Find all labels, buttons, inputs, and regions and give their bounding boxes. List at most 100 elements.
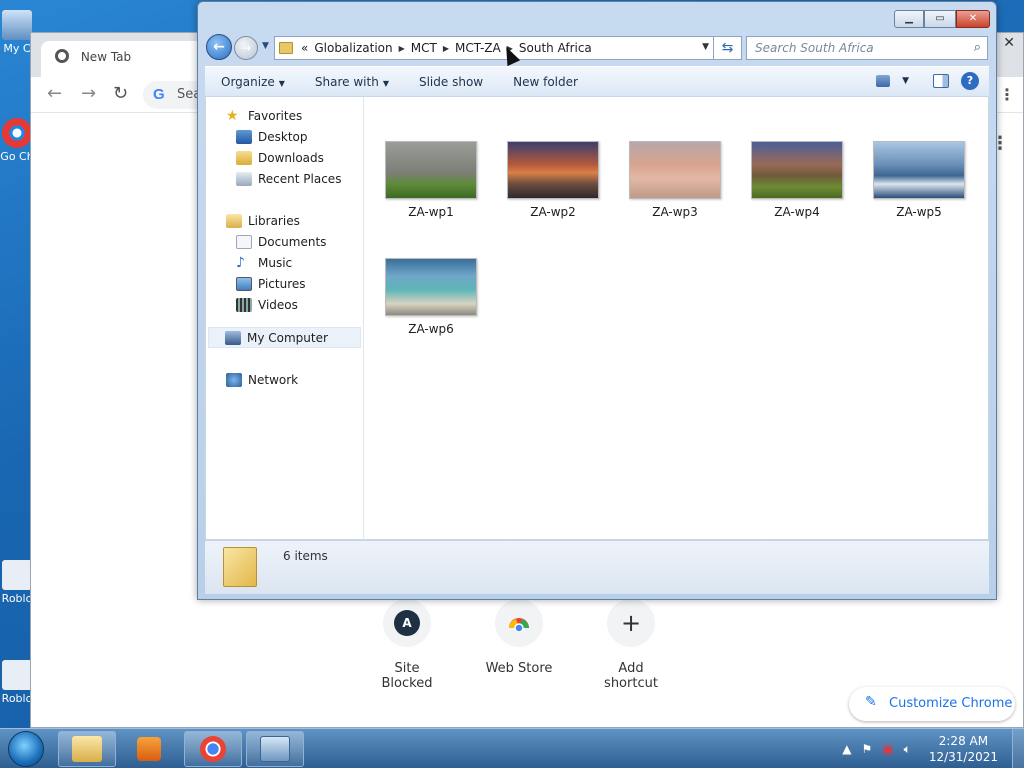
view-controls: ▼ ? [876,72,989,90]
command-label: Slide show [418,74,484,89]
file-name: ZA-wp4 [774,205,820,219]
recent-pages-dropdown-icon[interactable]: ▼ [262,41,269,51]
desktop-icon-google-chrome[interactable]: Go Ch [0,118,34,163]
file-item[interactable]: ZA-wp6 [376,258,486,336]
desktop-icon-roblox-2[interactable]: Roblo [0,660,34,705]
close-button[interactable]: ✕ [956,10,990,28]
breadcrumb-mct[interactable]: MCT [411,41,437,55]
breadcrumb-south-africa[interactable]: South Africa [519,41,592,55]
close-icon[interactable]: ✕ [1003,35,1015,51]
nav-network[interactable]: Network [206,369,363,390]
taskbar-control-panel[interactable] [246,731,304,767]
image-thumbnail-river-sunset [507,141,599,199]
tab-new-tab[interactable]: New Tab [41,41,211,77]
nav-recent-places[interactable]: Recent Places [206,168,363,189]
breadcrumb-globalization[interactable]: Globalization [314,41,392,55]
action-center-flag-icon[interactable]: ⚑ [862,742,873,756]
shortcut-site-blocked[interactable]: A Site Blocked [371,599,443,691]
clock-date: 12/31/2021 [928,750,998,764]
taskbar-explorer[interactable] [58,731,116,767]
nav-pictures[interactable]: Pictures [206,273,363,294]
help-icon[interactable]: ? [961,72,979,90]
preview-pane-icon[interactable] [933,74,949,88]
start-button[interactable] [8,731,44,767]
breadcrumb-overflow[interactable]: « [301,41,308,55]
file-name: ZA-wp1 [408,205,454,219]
view-dropdown-icon[interactable]: ▼ [902,76,909,90]
file-item[interactable]: ZA-wp2 [498,141,608,219]
command-label: New folder [513,74,578,89]
file-item[interactable]: ZA-wp1 [376,141,486,219]
taskbar-media-player[interactable] [120,731,178,767]
recent-places-icon [236,171,252,186]
site-letter-icon: A [394,610,420,636]
videos-icon [236,297,252,312]
taskbar-chrome[interactable] [184,731,242,767]
desktop-icon-roblox-1[interactable]: Roblo [0,560,34,605]
file-name: ZA-wp5 [896,205,942,219]
show-hidden-icons-icon[interactable]: ▲ [842,742,851,756]
address-dropdown-icon[interactable]: ▼ [702,42,709,52]
shortcut-add[interactable]: + Add shortcut [595,599,667,691]
shortcut-tile [495,599,543,647]
desktop-icon-my-computer[interactable]: My C [0,10,34,55]
caption-buttons: ▁ ▭ ✕ [894,10,990,28]
shortcut-web-store[interactable]: Web Store [483,599,555,691]
nav-favorites[interactable]: ★ Favorites [206,105,363,126]
nav-gap [206,189,363,210]
nav-music[interactable]: ♪ Music [206,252,363,273]
pencil-icon: ✎ [865,694,877,710]
chevron-down-icon: ▼ [382,78,389,88]
nav-label: Network [248,372,299,387]
media-player-icon [137,737,161,761]
volume-icon[interactable]: 🔈︎ [904,742,911,757]
share-with-menu[interactable]: Share with ▼ [315,75,389,89]
breadcrumb-chevron-icon[interactable]: ▶ [399,44,405,53]
show-desktop-button[interactable] [1012,729,1024,768]
file-item[interactable]: ZA-wp4 [742,141,852,219]
search-input[interactable]: Search South Africa ⌕ [746,36,988,60]
command-bar: Organize ▼ Share with ▼ Slide show New fol… [205,66,989,96]
desktop-icon-label: My C [3,42,31,55]
desktop-icon-label: Roblo [1,592,33,605]
nav-videos[interactable]: Videos [206,294,363,315]
nav-desktop[interactable]: Desktop [206,126,363,147]
back-arrow-icon[interactable]: ← [47,85,62,103]
chevron-down-icon: ▼ [278,78,285,88]
nav-libraries[interactable]: Libraries [206,210,363,231]
maximize-button[interactable]: ▭ [924,10,956,28]
nav-label: Favorites [248,108,303,123]
slide-show-button[interactable]: Slide show [419,75,483,89]
breadcrumb-chevron-icon[interactable]: ▶ [443,44,449,53]
file-item[interactable]: ZA-wp3 [620,141,730,219]
change-view-icon[interactable] [876,75,891,87]
navigation-row: ← → ▼ « Globalization ▶ MCT ▶ MCT-ZA ▶ S… [206,34,990,60]
nav-my-computer[interactable]: My Computer [208,327,361,348]
breadcrumb-mct-za[interactable]: MCT-ZA [455,41,501,55]
minimize-button[interactable]: ▁ [894,10,924,28]
file-view: ZA-wp1 ZA-wp2 ZA-wp3 ZA-wp4 ZA-wp5 ZA-wp… [364,97,990,541]
nav-gap [206,348,363,369]
organize-menu[interactable]: Organize ▼ [221,75,285,89]
forward-arrow-icon[interactable]: → [81,85,96,103]
nav-downloads[interactable]: Downloads [206,147,363,168]
address-bar[interactable]: « Globalization ▶ MCT ▶ MCT-ZA ▶ South A… [274,36,714,60]
new-folder-button[interactable]: New folder [513,75,578,89]
command-label: Organize [221,74,275,89]
nav-label: Videos [258,297,298,312]
network-status-icon[interactable]: ▣ [882,742,893,756]
image-thumbnail-vineyard [751,141,843,199]
back-button[interactable]: ← [206,34,232,60]
forward-button[interactable]: → [234,36,258,60]
clock[interactable]: 2:28 AM 12/31/2021 [929,733,998,765]
nav-documents[interactable]: Documents [206,231,363,252]
image-thumbnail-dunes [629,141,721,199]
refresh-button[interactable]: ⇆ [714,36,742,60]
customize-chrome-button[interactable]: ✎ Customize Chrome [849,687,1015,721]
search-icon[interactable]: ⌕ [974,40,981,55]
file-item[interactable]: ZA-wp5 [864,141,974,219]
details-pane: 6 items [205,540,989,594]
computer-icon [2,10,32,40]
reload-icon[interactable]: ↻ [113,85,128,103]
menu-kebab-icon[interactable]: ⋮ [999,85,1015,104]
